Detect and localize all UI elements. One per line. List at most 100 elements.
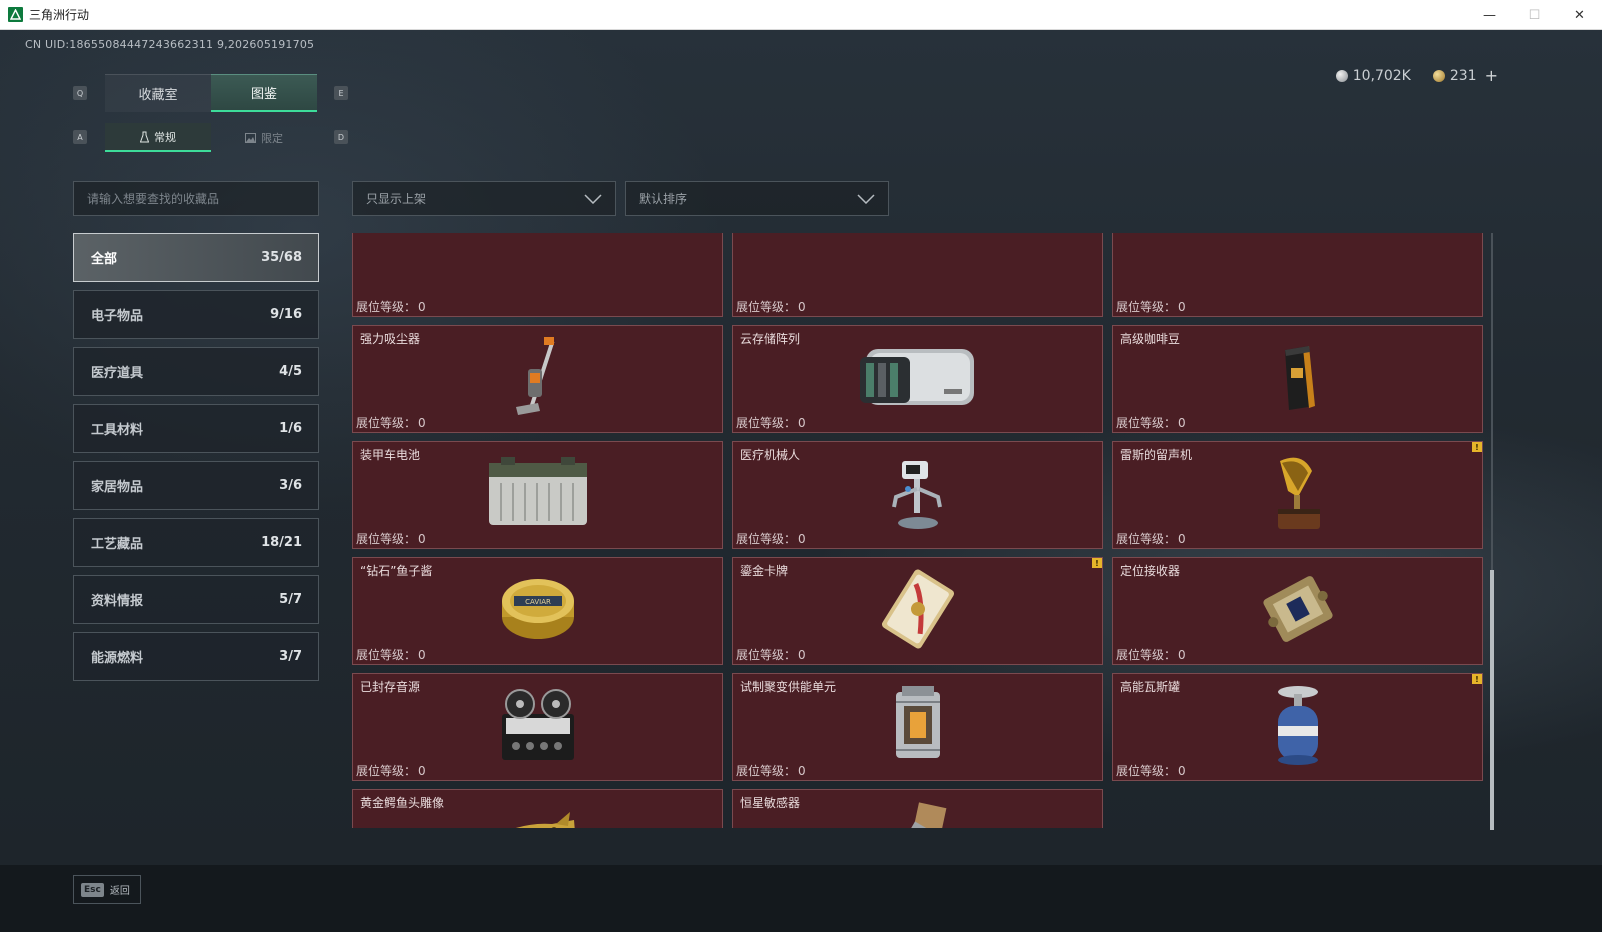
booth-level-label: 展位等级： bbox=[1116, 532, 1177, 546]
booth-level-value: 0 bbox=[1178, 300, 1186, 314]
empty-grid-slot bbox=[1112, 789, 1483, 828]
collection-item-card[interactable]: 强力吸尘器 展位等级： 0 bbox=[352, 325, 723, 433]
booth-level-value: 0 bbox=[418, 648, 426, 662]
esc-key-hint: Esc bbox=[81, 882, 104, 897]
currency-bar: 10,702K 231 + bbox=[1314, 66, 1498, 85]
caviar-tin-icon: CAVIAR bbox=[498, 573, 578, 649]
game-viewport: CN UID:18655084447243662311 9,2026051917… bbox=[0, 30, 1602, 932]
image-icon bbox=[245, 132, 256, 143]
item-name: 试制聚变供能单元 bbox=[740, 680, 837, 694]
sub-tabs: 常规 限定 bbox=[105, 123, 317, 152]
category-count: 3/6 bbox=[279, 478, 302, 493]
uid-label: CN UID:18655084447243662311 9,2026051917… bbox=[25, 38, 315, 51]
booth-level: 展位等级： 0 bbox=[736, 646, 806, 663]
search-input[interactable] bbox=[73, 181, 319, 216]
booth-level-label: 展位等级： bbox=[1116, 416, 1177, 430]
shelf-filter-value: 只显示上架 bbox=[366, 192, 427, 206]
tab-limited[interactable]: 限定 bbox=[211, 123, 317, 152]
booth-level: 展位等级： 0 bbox=[736, 414, 806, 431]
tab-catalog[interactable]: 图鉴 bbox=[211, 74, 317, 112]
booth-level-value: 0 bbox=[1178, 416, 1186, 430]
item-name: 黄金鳄鱼头雕像 bbox=[360, 796, 445, 810]
booth-level-value: 0 bbox=[1178, 648, 1186, 662]
booth-level-value: 0 bbox=[418, 416, 426, 430]
gold-card-icon bbox=[873, 569, 963, 653]
back-button[interactable]: Esc 返回 bbox=[73, 875, 141, 904]
booth-level-value: 0 bbox=[798, 648, 806, 662]
collection-item-card[interactable]: 雷斯的留声机 展位等级： 0! bbox=[1112, 441, 1483, 549]
collection-item-card[interactable]: 恒星敏感器展位等级：0 bbox=[732, 789, 1103, 828]
close-button[interactable]: ✕ bbox=[1557, 0, 1602, 30]
booth-level: 展位等级： 0 bbox=[356, 646, 426, 663]
category-count: 4/5 bbox=[279, 364, 302, 379]
booth-level: 展位等级： 0 bbox=[736, 762, 806, 779]
booth-level-label: 展位等级： bbox=[356, 648, 417, 662]
vacuum-icon bbox=[508, 335, 568, 423]
server-icon bbox=[856, 341, 980, 417]
gold-coin-icon bbox=[1432, 69, 1445, 82]
booth-level: 展位等级： 0 bbox=[356, 298, 426, 315]
category-crafts[interactable]: 工艺藏品 18/21 bbox=[73, 518, 319, 567]
collection-item-card[interactable]: 医疗机械人 展位等级： 0 bbox=[732, 441, 1103, 549]
app-logo-icon bbox=[8, 7, 23, 22]
item-name: 恒星敏感器 bbox=[740, 796, 801, 810]
scrollbar-thumb[interactable] bbox=[1490, 570, 1494, 830]
minimize-button[interactable]: — bbox=[1467, 0, 1512, 30]
collection-item-card[interactable]: 展位等级： 0 bbox=[732, 233, 1103, 317]
collection-item-card[interactable]: 试制聚变供能单元展位等级： 0 bbox=[732, 673, 1103, 781]
reel-recorder-icon bbox=[496, 684, 580, 770]
category-household[interactable]: 家居物品 3/6 bbox=[73, 461, 319, 510]
back-label: 返回 bbox=[109, 886, 130, 897]
category-intel[interactable]: 资料情报 5/7 bbox=[73, 575, 319, 624]
category-electronics[interactable]: 电子物品 9/16 bbox=[73, 290, 319, 339]
collection-item-card[interactable]: 云存储阵列 展位等级： 0 bbox=[732, 325, 1103, 433]
add-currency-button[interactable]: + bbox=[1485, 66, 1498, 85]
category-name: 工具材料 bbox=[91, 423, 144, 438]
booth-level-value: 0 bbox=[1178, 764, 1186, 778]
category-tools[interactable]: 工具材料 1/6 bbox=[73, 404, 319, 453]
collection-item-card[interactable]: 展位等级： 0 bbox=[1112, 233, 1483, 317]
category-medical[interactable]: 医疗道具 4/5 bbox=[73, 347, 319, 396]
booth-level-label: 展位等级： bbox=[356, 532, 417, 546]
tab-regular[interactable]: 常规 bbox=[105, 123, 211, 152]
category-all[interactable]: 全部 35/68 bbox=[73, 233, 319, 282]
collection-item-card[interactable]: 高能瓦斯罐 展位等级： 0! bbox=[1112, 673, 1483, 781]
flask-icon bbox=[140, 131, 149, 142]
booth-level-label: 展位等级： bbox=[1116, 300, 1177, 314]
shelf-filter-dropdown[interactable]: 只显示上架 bbox=[352, 181, 616, 216]
window-title: 三角洲行动 bbox=[29, 8, 90, 22]
collection-item-card[interactable]: “钻石”鱼子酱 CAVIAR 展位等级： 0 bbox=[352, 557, 723, 665]
item-name: 定位接收器 bbox=[1120, 564, 1181, 578]
item-name: 强力吸尘器 bbox=[360, 332, 421, 346]
category-count: 1/6 bbox=[279, 421, 302, 436]
booth-level: 展位等级： 0 bbox=[736, 530, 806, 547]
booth-level: 展位等级： 0 bbox=[1116, 298, 1186, 315]
collection-item-card[interactable]: 高级咖啡豆 展位等级： 0 bbox=[1112, 325, 1483, 433]
silver-amount: 10,702K bbox=[1352, 67, 1411, 84]
sort-dropdown[interactable]: 默认排序 bbox=[625, 181, 889, 216]
booth-level: 展位等级： 0 bbox=[1116, 414, 1186, 431]
collection-item-card[interactable]: 装甲车电池 展位等级： 0 bbox=[352, 441, 723, 549]
booth-level-label: 展位等级： bbox=[736, 648, 797, 662]
collection-item-card[interactable]: 定位接收器展位等级： 0 bbox=[1112, 557, 1483, 665]
booth-level-value: 0 bbox=[798, 764, 806, 778]
booth-level: 展位等级： 0 bbox=[356, 762, 426, 779]
collection-item-card[interactable]: 黄金鳄鱼头雕像展位等级：0 bbox=[352, 789, 723, 828]
category-energy[interactable]: 能源燃料 3/7 bbox=[73, 632, 319, 681]
category-count: 3/7 bbox=[279, 649, 302, 664]
collection-item-card[interactable]: 鎏金卡牌展位等级： 0! bbox=[732, 557, 1103, 665]
maximize-button[interactable]: ☐ bbox=[1512, 0, 1557, 30]
collection-item-card[interactable]: 展位等级： 0 bbox=[352, 233, 723, 317]
category-name: 家居物品 bbox=[91, 480, 144, 495]
booth-level-label: 展位等级： bbox=[736, 764, 797, 778]
collection-item-card[interactable]: 已封存音源 展位等级： 0 bbox=[352, 673, 723, 781]
item-grid-viewport: 展位等级： 0 展位等级： 0 展位等级： 0 强力吸尘器 展位等级： 0 云存储阵列 展位等级： 0… bbox=[352, 233, 1484, 828]
booth-level-label: 展位等级： bbox=[736, 300, 797, 314]
item-name: 鎏金卡牌 bbox=[740, 564, 789, 578]
coffee-bag-icon bbox=[1273, 342, 1323, 416]
alert-badge-icon: ! bbox=[1092, 558, 1102, 568]
booth-level: 展位等级： 0 bbox=[1116, 646, 1186, 663]
tab-collection-room[interactable]: 收藏室 bbox=[105, 74, 211, 112]
main-tabs: 收藏室 图鉴 bbox=[105, 74, 317, 112]
category-count: 5/7 bbox=[279, 592, 302, 607]
